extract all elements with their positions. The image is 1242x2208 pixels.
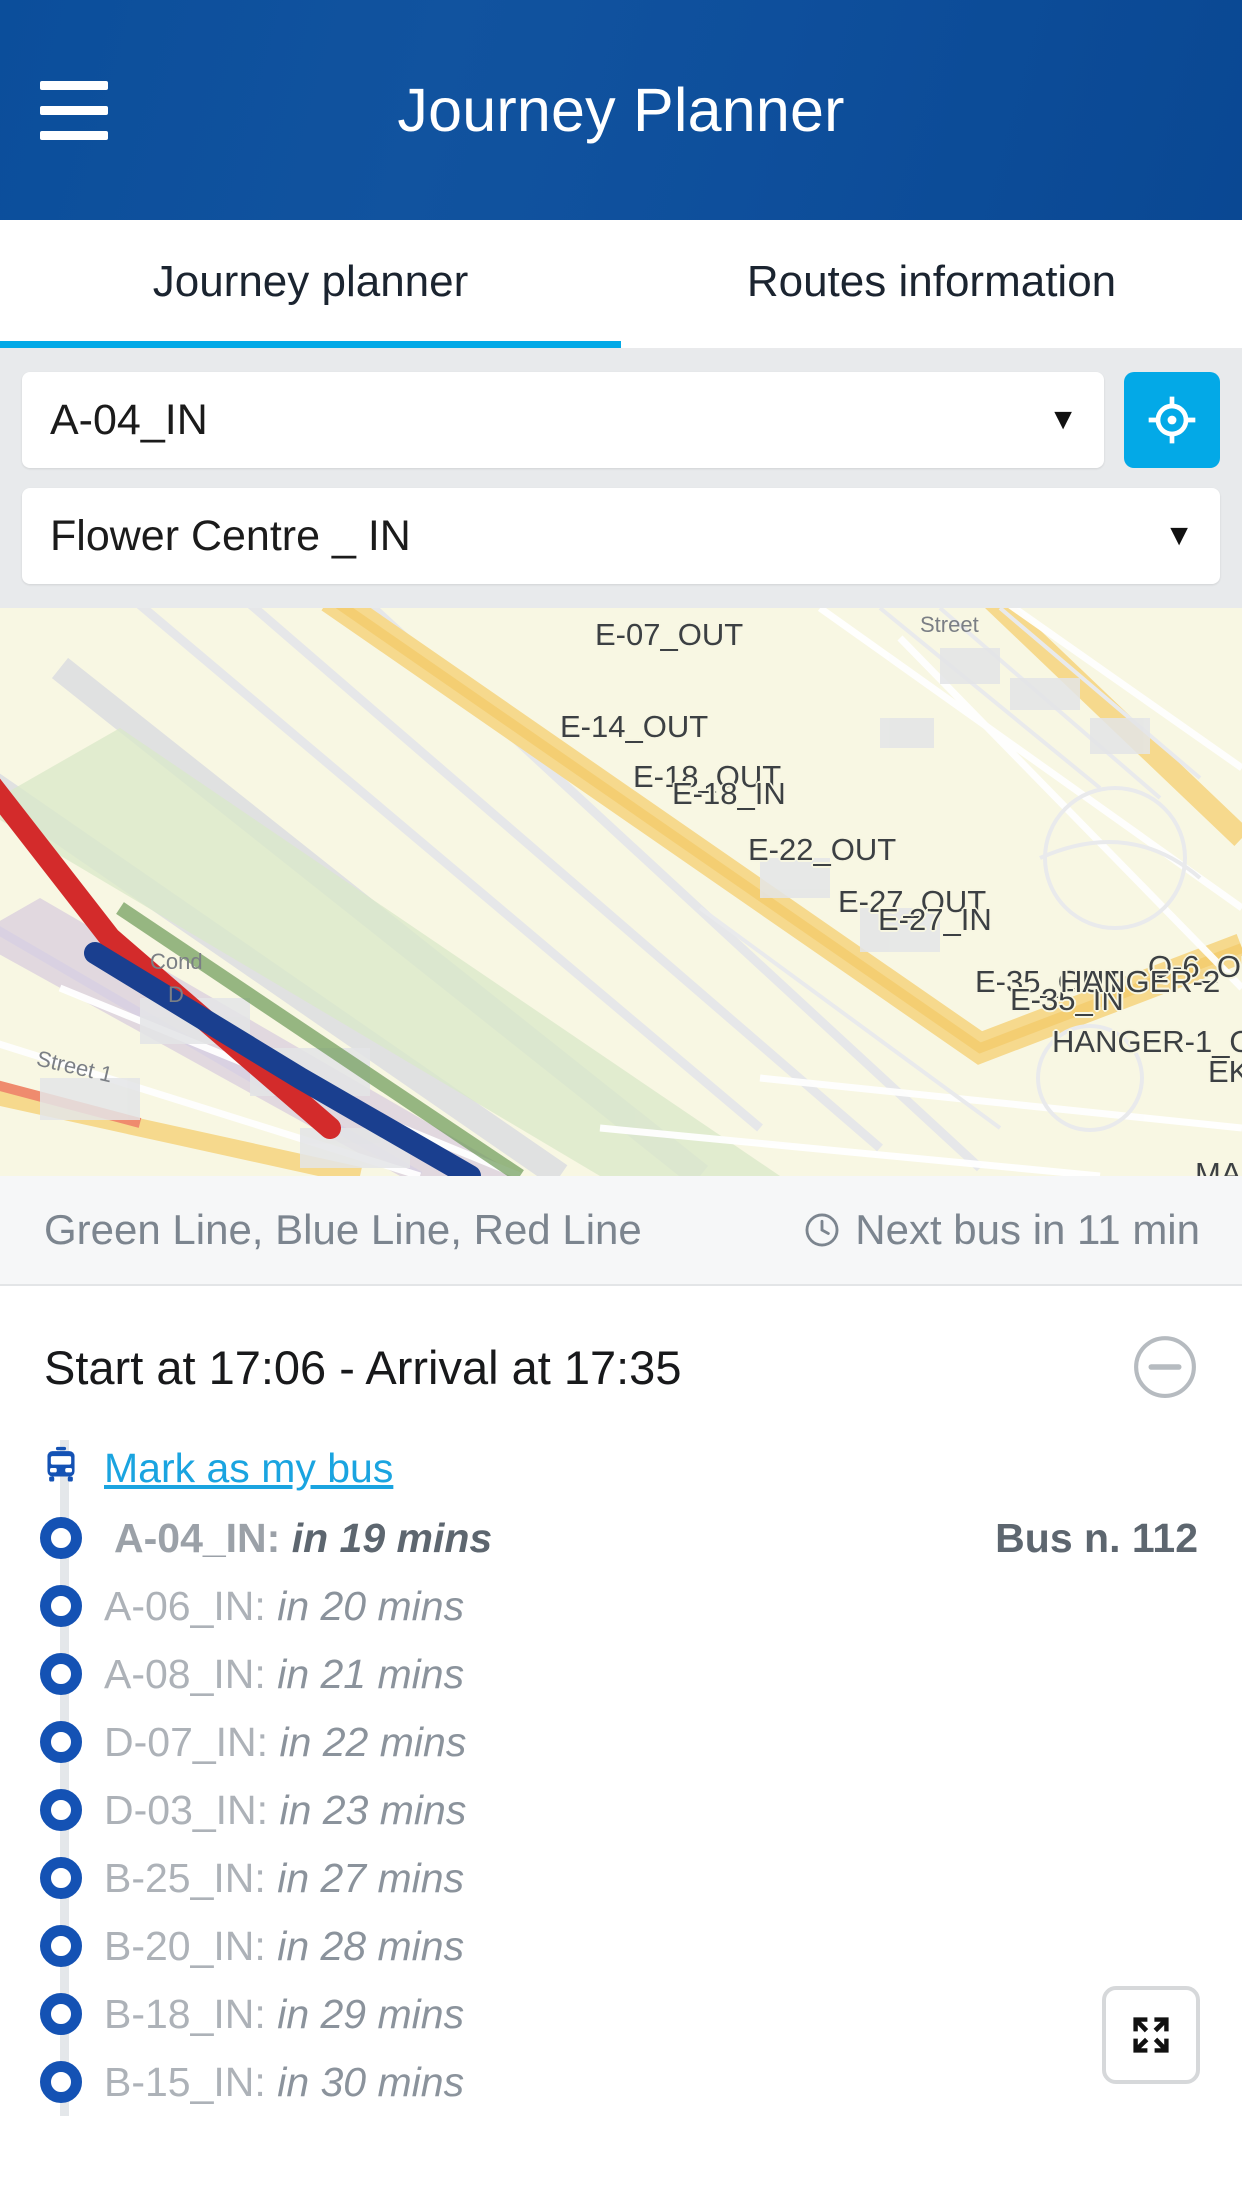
stop-marker-icon bbox=[40, 1925, 82, 1967]
origin-select[interactable]: A-04_IN ▼ bbox=[22, 372, 1104, 468]
stop-name: B-18_IN: bbox=[104, 1990, 266, 2037]
tab-label: Journey planner bbox=[152, 257, 469, 306]
hamburger-bar bbox=[40, 105, 108, 115]
clock-icon bbox=[805, 1213, 839, 1247]
stop-eta: in 23 mins bbox=[268, 1786, 467, 1833]
page-title: Journey Planner bbox=[397, 76, 845, 144]
stop-marker-icon bbox=[40, 1993, 82, 2035]
hamburger-bar bbox=[40, 80, 108, 90]
app-bar: Journey Planner bbox=[0, 0, 1242, 220]
hamburger-bar bbox=[40, 130, 108, 140]
stop-eta: in 29 mins bbox=[265, 1990, 465, 2037]
expand-arrows-glyph bbox=[1133, 2017, 1169, 2053]
journey-time-range: Start at 17:06 - Arrival at 17:35 bbox=[44, 1340, 682, 1394]
stop-row[interactable]: A-08_IN: in 21 mins bbox=[0, 1640, 1242, 1708]
stop-name: A-06_IN: bbox=[104, 1582, 266, 1629]
minus-circle-icon[interactable] bbox=[1132, 1334, 1198, 1400]
stop-row[interactable]: D-03_IN: in 23 mins bbox=[0, 1776, 1242, 1844]
stop-eta: in 21 mins bbox=[265, 1650, 465, 1697]
stop-name: A-04_IN: bbox=[114, 1514, 281, 1561]
stop-eta: in 27 mins bbox=[265, 1854, 465, 1901]
destination-value: Flower Centre _ IN bbox=[50, 511, 411, 560]
stop-text: B-18_IN: in 29 mins bbox=[104, 1991, 464, 2038]
stop-name: D-07_IN: bbox=[104, 1718, 269, 1765]
stop-row[interactable]: D-07_IN: in 22 mins bbox=[0, 1708, 1242, 1776]
stop-marker-icon bbox=[40, 1585, 82, 1627]
stop-text: A-06_IN: in 20 mins bbox=[104, 1583, 464, 1630]
hamburger-menu-icon[interactable] bbox=[40, 62, 136, 158]
tab-journey-planner[interactable]: Journey planner bbox=[0, 220, 621, 350]
map-street-label: Cond bbox=[150, 949, 203, 974]
destination-row: Flower Centre _ IN ▼ bbox=[0, 488, 1242, 584]
stop-row[interactable]: B-20_IN: in 28 mins bbox=[0, 1912, 1242, 1980]
bus-number: Bus n. 112 bbox=[995, 1514, 1198, 1561]
next-bus-text: Next bus in 11 min bbox=[855, 1206, 1200, 1253]
stop-text: B-15_IN: in 30 mins bbox=[104, 2059, 464, 2106]
stop-row[interactable]: B-18_IN: in 29 mins bbox=[0, 1980, 1242, 2048]
lines-list: Green Line, Blue Line, Red Line bbox=[44, 1206, 642, 1253]
stop-name: B-15_IN: bbox=[104, 2058, 266, 2105]
expand-arrows-icon[interactable] bbox=[1102, 1986, 1200, 2084]
stop-row[interactable]: B-25_IN: in 27 mins bbox=[0, 1844, 1242, 1912]
journey-planner-app: Journey Planner Journey planner Routes i… bbox=[0, 0, 1242, 2208]
stop-marker-icon bbox=[40, 1721, 82, 1763]
stop-row[interactable]: A-06_IN: in 20 mins bbox=[0, 1572, 1242, 1640]
journey-header: Start at 17:06 - Arrival at 17:35 bbox=[0, 1296, 1242, 1410]
origin-value: A-04_IN bbox=[50, 395, 208, 444]
stop-name: D-03_IN: bbox=[104, 1786, 269, 1833]
map-street-label: Street bbox=[920, 612, 979, 637]
tab-label: Routes information bbox=[746, 257, 1117, 306]
lines-summary-bar: Green Line, Blue Line, Red Line Next bus… bbox=[0, 1176, 1242, 1286]
stop-text: A-08_IN: in 21 mins bbox=[104, 1651, 464, 1698]
stop-list: Mark as my bus A-04_IN: in 19 mins Bus n.… bbox=[0, 1410, 1242, 2116]
stop-text: D-07_IN: in 22 mins bbox=[104, 1719, 466, 1766]
stop-marker-icon bbox=[40, 1857, 82, 1899]
tab-divider bbox=[0, 348, 1242, 350]
stop-marker-icon bbox=[40, 1653, 82, 1695]
stop-text: B-25_IN: in 27 mins bbox=[104, 1855, 464, 1902]
chevron-down-icon: ▼ bbox=[1164, 519, 1194, 552]
map-background bbox=[0, 608, 1242, 1176]
stop-rows-container: A-04_IN: in 19 mins Bus n. 112 A-06_IN: in… bbox=[0, 1504, 1242, 2116]
mark-as-my-bus-row[interactable]: Mark as my bus bbox=[0, 1432, 1242, 1504]
locate-crosshair-icon[interactable] bbox=[1124, 372, 1220, 468]
stop-text: D-03_IN: in 23 mins bbox=[104, 1787, 466, 1834]
journey-form: A-04_IN ▼ Flower Centre _ IN ▼ bbox=[0, 350, 1242, 608]
stop-name: B-25_IN: bbox=[104, 1854, 266, 1901]
mark-as-my-bus-link[interactable]: Mark as my bus bbox=[104, 1445, 393, 1492]
stop-marker-icon bbox=[40, 1789, 82, 1831]
journey-details-panel: Start at 17:06 - Arrival at 17:35 Mark a… bbox=[0, 1286, 1242, 2116]
stop-row[interactable]: B-15_IN: in 30 mins bbox=[0, 2048, 1242, 2116]
stop-eta: in 20 mins bbox=[265, 1582, 465, 1629]
stop-eta: in 19 mins bbox=[280, 1514, 493, 1561]
map-street-label: D bbox=[168, 982, 184, 1007]
stop-marker-icon bbox=[40, 2061, 82, 2103]
stop-name: A-08_IN: bbox=[104, 1650, 266, 1697]
destination-select[interactable]: Flower Centre _ IN ▼ bbox=[22, 488, 1220, 584]
chevron-down-icon: ▼ bbox=[1048, 403, 1078, 436]
stop-eta: in 30 mins bbox=[265, 2058, 465, 2105]
stop-eta: in 22 mins bbox=[268, 1718, 467, 1765]
bus-icon bbox=[47, 1446, 75, 1482]
stop-eta: in 28 mins bbox=[265, 1922, 465, 1969]
tab-routes-information[interactable]: Routes information bbox=[621, 220, 1242, 350]
stop-text: B-20_IN: in 28 mins bbox=[104, 1923, 464, 1970]
stop-text: A-04_IN: in 19 mins bbox=[104, 1515, 492, 1562]
next-bus-status: Next bus in 11 min bbox=[803, 1206, 1242, 1254]
tab-bar: Journey planner Routes information bbox=[0, 220, 1242, 350]
route-map[interactable]: E-07_OUT E-14_OUT E-18_OUT E-18_IN E-22_OUT E… bbox=[0, 608, 1242, 1176]
origin-row: A-04_IN ▼ bbox=[0, 372, 1242, 468]
stop-name: B-20_IN: bbox=[104, 1922, 266, 1969]
stop-marker-icon bbox=[40, 1517, 82, 1559]
stop-row[interactable]: A-04_IN: in 19 mins Bus n. 112 bbox=[0, 1504, 1242, 1572]
